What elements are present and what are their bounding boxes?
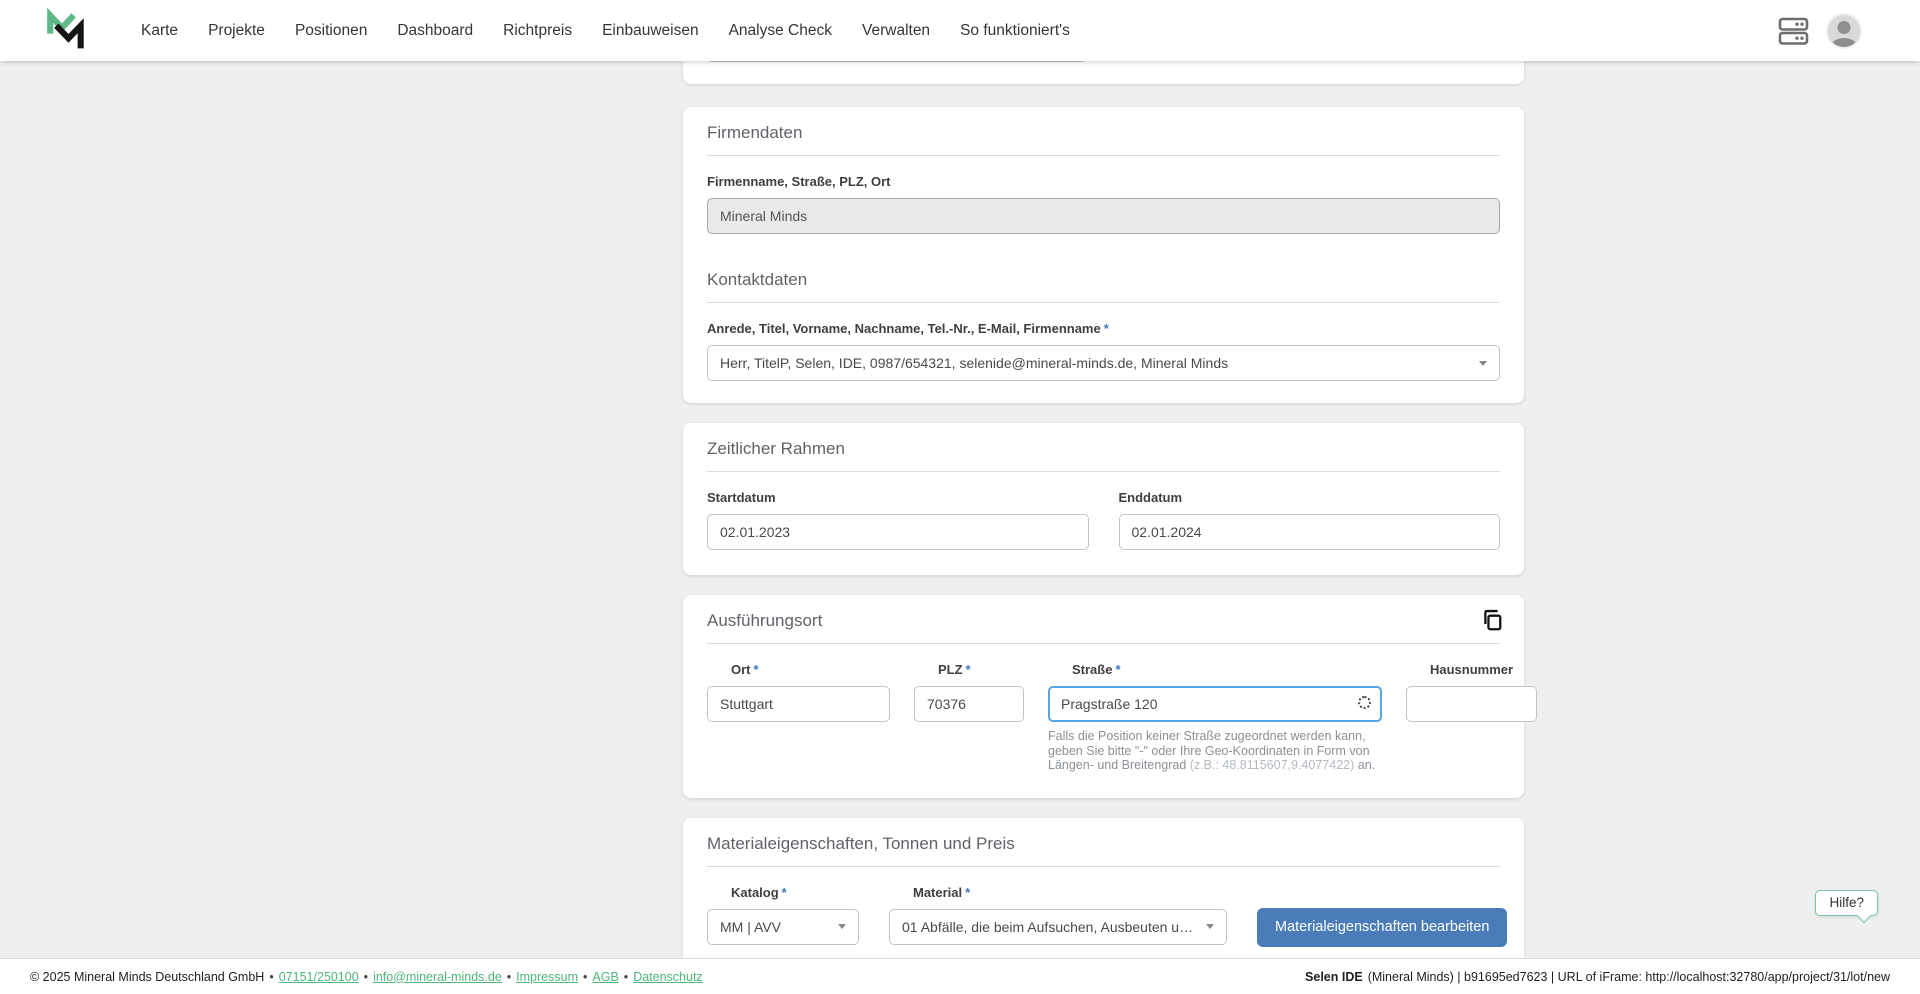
required-asterisk: * [965, 662, 971, 677]
footer-separator: • [506, 969, 512, 984]
form-content-column: Firmendaten Firmenname, Straße, PLZ, Ort… [683, 0, 1538, 994]
nav-item-so-funktionierts[interactable]: So funktioniert's [960, 22, 1070, 40]
company-name-label: Firmenname, Straße, PLZ, Ort [707, 174, 891, 189]
nav-item-analyse-check[interactable]: Analyse Check [729, 22, 832, 40]
loading-spinner-icon [1358, 696, 1371, 709]
start-date-label: Startdatum [707, 490, 776, 505]
footer-datenschutz-link[interactable]: Datenschutz [633, 970, 702, 984]
contact-label-text: Anrede, Titel, Vorname, Nachname, Tel.-N… [707, 321, 1101, 336]
footer-separator: • [583, 969, 588, 984]
contact-select-value: Herr, TitelP, Selen, IDE, 0987/654321, s… [720, 355, 1229, 371]
footer-separator: • [623, 969, 629, 984]
footer-copyright: © 2025 Mineral Minds Deutschland GmbH [30, 969, 265, 984]
nav-item-richtpreis[interactable]: Richtpreis [503, 22, 572, 40]
ort-input[interactable] [707, 686, 890, 722]
divider [707, 302, 1500, 303]
strasse-input[interactable] [1048, 686, 1382, 722]
required-asterisk: * [781, 884, 787, 900]
ort-label: Ort * [731, 662, 866, 678]
section-title-ausfuehrungsort: Ausführungsort [707, 611, 823, 630]
material-label-text: Material [913, 884, 963, 900]
hausnummer-label: Hausnummer [1430, 662, 1514, 677]
hausnummer-input[interactable] [1406, 686, 1538, 722]
ort-label-text: Ort [731, 662, 751, 677]
required-asterisk: * [753, 662, 759, 677]
card-company-data: Firmendaten Firmenname, Straße, PLZ, Ort… [683, 107, 1524, 403]
required-asterisk: * [965, 884, 971, 900]
material-select-value: 01 Abfälle, die beim Aufsuchen, Ausbeute… [902, 918, 1198, 935]
footer-email-link[interactable]: info@mineral-minds.de [373, 970, 502, 984]
help-bubble-button[interactable]: Hilfe? [1815, 890, 1878, 916]
company-name-input [707, 198, 1500, 234]
plz-label-text: PLZ [938, 662, 963, 677]
footer-phone-link[interactable]: 07151/250100 [279, 970, 359, 984]
nav-item-karte[interactable]: Karte [141, 22, 178, 40]
user-avatar-icon[interactable] [1826, 12, 1862, 49]
strasse-label-text: Straße [1072, 662, 1113, 677]
nav-item-verwalten[interactable]: Verwalten [862, 22, 930, 40]
end-date-label: Enddatum [1118, 490, 1183, 505]
helper-end-text: an. [1354, 758, 1376, 773]
nav-item-projekte[interactable]: Projekte [208, 22, 265, 40]
strasse-helper-text: Falls die Position keiner Straße zugeord… [1048, 729, 1382, 773]
end-date-input[interactable] [1118, 514, 1500, 550]
section-title-material: Materialeigenschaften, Tonnen und Preis [707, 833, 1015, 853]
mineral-minds-logo-icon[interactable] [45, 7, 85, 54]
katalog-select-value: MM | AVV [720, 918, 781, 935]
katalog-label: Katalog * [731, 885, 835, 901]
material-select[interactable]: 01 Abfälle, die beim Aufsuchen, Ausbeute… [889, 908, 1227, 945]
katalog-select[interactable]: MM | AVV [707, 908, 859, 945]
footer-impressum-link[interactable]: Impressum [516, 970, 578, 984]
top-navigation-bar: Karte Projekte Positionen Dashboard Rich… [0, 0, 1920, 61]
nav-item-einbauweisen[interactable]: Einbauweisen [602, 22, 699, 40]
card-location: Ausführungsort Ort* PLZ* [683, 595, 1538, 798]
required-asterisk: * [1103, 321, 1109, 336]
section-title-firmendaten: Firmendaten [707, 123, 803, 142]
avatar-head [1837, 20, 1851, 34]
footer-separator: • [363, 969, 369, 984]
section-title-kontaktdaten: Kontaktdaten [707, 270, 808, 289]
required-asterisk: * [1115, 662, 1121, 677]
divider [707, 155, 1500, 156]
server-rack-icon[interactable] [1778, 16, 1810, 46]
material-label: Material * [913, 885, 1203, 901]
copy-location-icon[interactable] [1481, 609, 1502, 632]
section-title-zeitlicher-rahmen: Zeitlicher Rahmen [707, 439, 845, 458]
chevron-down-icon [1206, 924, 1214, 930]
footer-bar: © 2025 Mineral Minds Deutschland GmbH • … [0, 958, 1920, 994]
footer-session-info: (Mineral Minds) | b91695ed7623 | URL of … [1367, 969, 1890, 984]
footer-app-name: Selen IDE [1305, 969, 1363, 984]
strasse-label: Straße * [1072, 662, 1358, 678]
contact-select[interactable]: Herr, TitelP, Selen, IDE, 0987/654321, s… [707, 345, 1500, 381]
card-timeframe: Zeitlicher Rahmen Startdatum Enddatum [683, 423, 1524, 575]
start-date-input[interactable] [707, 514, 1089, 550]
chevron-down-icon [838, 924, 846, 930]
helper-example-text: (z.B.: 48.8115607,9.4077422) [1189, 758, 1355, 773]
nav-item-positionen[interactable]: Positionen [295, 22, 367, 40]
chevron-down-icon [1479, 360, 1487, 366]
nav-item-dashboard[interactable]: Dashboard [397, 22, 473, 40]
plz-input[interactable] [914, 686, 1024, 722]
footer-separator: • [269, 969, 274, 984]
footer-agb-link[interactable]: AGB [592, 970, 618, 984]
main-nav: Karte Projekte Positionen Dashboard Rich… [141, 22, 1070, 40]
avatar-body [1831, 37, 1857, 47]
contact-label: Anrede, Titel, Vorname, Nachname, Tel.-N… [707, 321, 1500, 337]
edit-material-properties-button[interactable]: Materialeigenschaften bearbeiten [1257, 907, 1508, 947]
katalog-label-text: Katalog [731, 884, 779, 900]
plz-label: PLZ * [938, 662, 1000, 678]
